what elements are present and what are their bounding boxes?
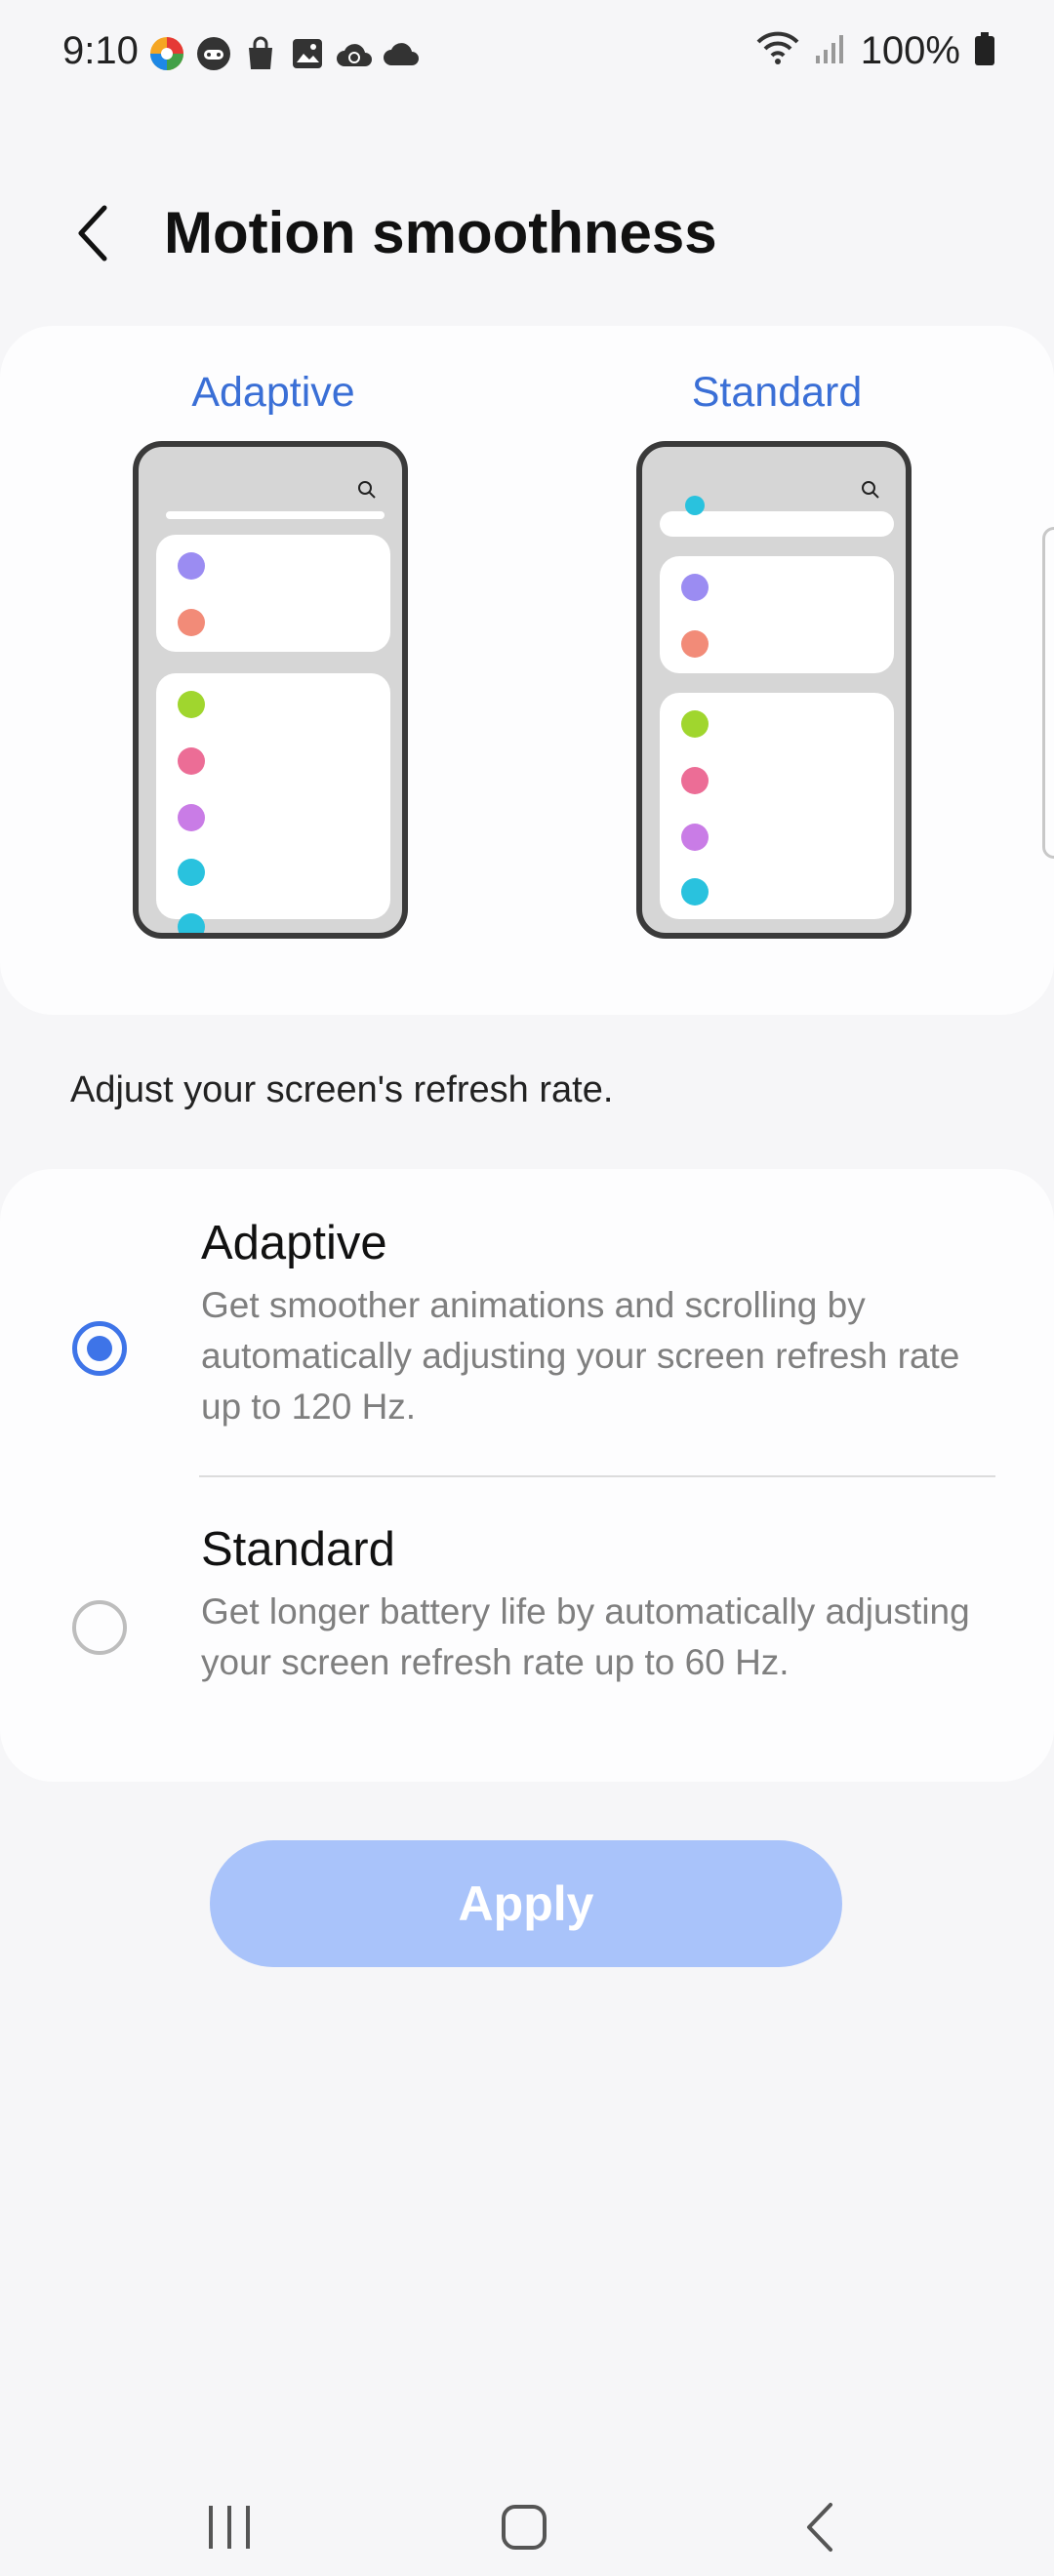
standard-preview-label: Standard bbox=[691, 369, 863, 416]
cyan-dot bbox=[685, 496, 705, 515]
back-icon bbox=[807, 2503, 832, 2552]
option-divider bbox=[199, 1475, 995, 1477]
battery-icon bbox=[974, 31, 995, 71]
salmon-dot bbox=[681, 630, 709, 658]
purple-dot bbox=[178, 552, 205, 580]
phone-card bbox=[156, 673, 390, 933]
violet-dot bbox=[681, 824, 709, 851]
header: Motion smoothness bbox=[0, 185, 1054, 283]
wifi-icon bbox=[755, 30, 800, 72]
green-dot bbox=[178, 691, 205, 718]
search-icon bbox=[357, 480, 377, 504]
gallery-icon bbox=[287, 33, 328, 74]
signal-icon bbox=[814, 32, 847, 70]
search-icon bbox=[861, 480, 880, 504]
page-title: Motion smoothness bbox=[164, 200, 717, 265]
navigation-bar bbox=[0, 2459, 1054, 2576]
description-text: Adjust your screen's refresh rate. bbox=[70, 1069, 614, 1110]
adaptive-preview-label: Adaptive bbox=[191, 369, 355, 416]
chevron-left-icon bbox=[78, 205, 107, 262]
recents-button[interactable] bbox=[185, 2488, 273, 2566]
salmon-dot bbox=[178, 609, 205, 636]
option-standard[interactable]: Standard Get longer battery life by auto… bbox=[0, 1505, 1054, 1778]
option-adaptive-description: Get smoother animations and scrolling by… bbox=[201, 1285, 960, 1427]
home-button[interactable] bbox=[480, 2488, 568, 2566]
cloud-sync-icon bbox=[334, 33, 375, 74]
apply-button[interactable]: Apply bbox=[210, 1840, 842, 1967]
option-standard-description: Get longer battery life by automatically… bbox=[201, 1591, 970, 1682]
status-right: 100% bbox=[755, 29, 995, 73]
pinwheel-app-icon bbox=[146, 33, 187, 74]
pink-dot bbox=[681, 767, 709, 794]
standard-radio[interactable] bbox=[72, 1600, 127, 1655]
cloud-icon bbox=[381, 33, 422, 74]
battery-percentage: 100% bbox=[860, 29, 960, 72]
notification-icons bbox=[146, 33, 422, 74]
scroll-indicator[interactable] bbox=[1042, 527, 1054, 859]
phone-card bbox=[660, 693, 894, 919]
phone-card bbox=[660, 556, 894, 673]
pink-dot bbox=[178, 747, 205, 775]
purple-dot bbox=[681, 574, 709, 601]
teal-dot bbox=[178, 913, 205, 933]
adaptive-phone-illustration bbox=[133, 441, 408, 939]
preview-card: Adaptive Standard bbox=[0, 326, 1054, 1015]
green-dot bbox=[681, 710, 709, 738]
status-time: 9:10 bbox=[62, 29, 139, 72]
cyan-dot bbox=[681, 878, 709, 906]
option-standard-title: Standard bbox=[201, 1523, 395, 1576]
home-icon bbox=[502, 2505, 547, 2550]
phone-card bbox=[660, 496, 894, 537]
recents-icon bbox=[209, 2506, 250, 2549]
adaptive-radio[interactable] bbox=[72, 1321, 127, 1376]
phone-scroll-bar bbox=[166, 511, 385, 519]
back-button[interactable] bbox=[59, 199, 127, 267]
cyan-dot bbox=[178, 859, 205, 886]
violet-dot bbox=[178, 804, 205, 831]
status-bar: 9:10 100% bbox=[0, 0, 1054, 107]
option-adaptive-title: Adaptive bbox=[201, 1217, 387, 1269]
gamepad-icon bbox=[193, 33, 234, 74]
option-adaptive[interactable]: Adaptive Get smoother animations and scr… bbox=[0, 1198, 1054, 1471]
phone-card bbox=[156, 535, 390, 652]
shopping-bag-icon bbox=[240, 33, 281, 74]
standard-phone-illustration bbox=[636, 441, 912, 939]
back-nav-button[interactable] bbox=[775, 2488, 863, 2566]
